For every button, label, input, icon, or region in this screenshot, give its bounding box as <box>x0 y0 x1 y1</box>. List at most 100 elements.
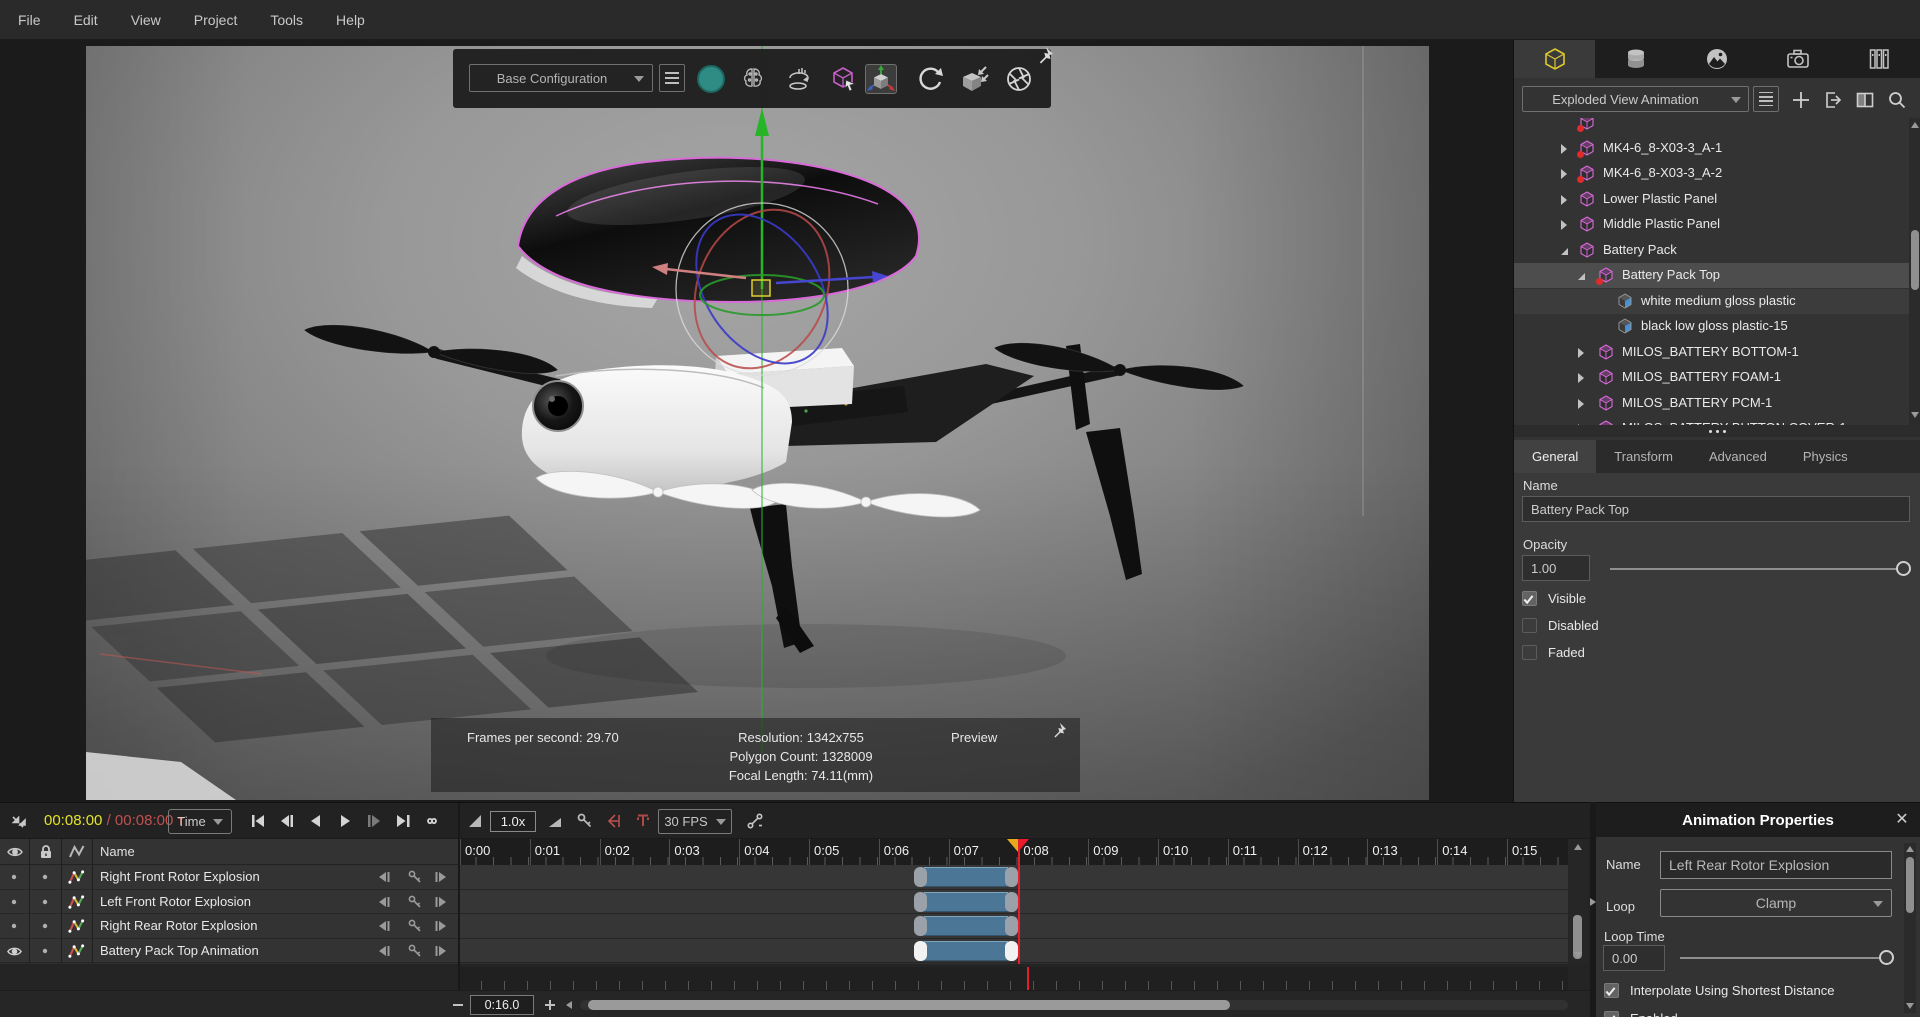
play-ramp-icon[interactable] <box>466 812 484 830</box>
set-loop-start-icon[interactable] <box>606 812 624 830</box>
timeline-vertical-scrollbar[interactable] <box>1568 839 1588 964</box>
chevron-right-icon[interactable] <box>1561 169 1567 179</box>
ease-ramp-icon[interactable] <box>546 812 564 830</box>
scroll-left-arrow[interactable] <box>566 1001 572 1009</box>
animation-clip[interactable] <box>924 892 1009 912</box>
explode-box-icon[interactable] <box>959 64 991 94</box>
clip-end-handle[interactable] <box>1005 916 1018 936</box>
tree-item[interactable]: MK4-6_8-X03-3_A-2 <box>1514 161 1909 186</box>
render-sphere-icon[interactable] <box>695 64 727 94</box>
brain-icon[interactable] <box>737 64 769 94</box>
track-lock-toggle[interactable] <box>37 894 53 910</box>
pin-icon[interactable] <box>1051 722 1067 741</box>
clip-start-handle[interactable] <box>914 941 927 961</box>
next-key-button[interactable] <box>432 869 448 885</box>
opacity-field[interactable] <box>1522 555 1590 581</box>
collapse-panel-icon[interactable] <box>8 812 28 837</box>
animation-clip[interactable] <box>924 916 1009 936</box>
clip-start-handle[interactable] <box>914 867 927 887</box>
loop-time-field[interactable] <box>1603 945 1665 971</box>
chevron-expanded-icon[interactable] <box>1561 248 1568 255</box>
configuration-select[interactable]: Base Configuration <box>469 64 653 92</box>
panel-splitter[interactable] <box>1514 425 1920 437</box>
timeline-clips-area[interactable] <box>458 865 1568 964</box>
turntable-icon[interactable] <box>783 64 815 94</box>
skip-to-end-button[interactable] <box>394 812 412 830</box>
rotate-icon[interactable] <box>915 64 947 94</box>
playhead-marker[interactable] <box>1007 839 1029 852</box>
tree-item[interactable]: black low gloss plastic-15 <box>1514 314 1909 339</box>
loop-time-slider-handle[interactable] <box>1879 950 1894 965</box>
tree-item[interactable]: white medium gloss plastic <box>1514 289 1909 314</box>
loop-time-slider-track[interactable] <box>1680 957 1892 959</box>
track-row[interactable]: Right Rear Rotor Explosion <box>0 914 458 939</box>
track-lock-toggle[interactable] <box>37 943 53 959</box>
split-view-icon[interactable] <box>1854 89 1876 111</box>
transform-gizmo-icon[interactable] <box>865 64 897 94</box>
tree-item[interactable] <box>1514 118 1909 135</box>
chevron-right-icon[interactable] <box>1578 348 1584 358</box>
add-key-button[interactable] <box>407 943 423 959</box>
fps-select[interactable]: 30 FPS <box>658 809 732 834</box>
menu-item-edit[interactable]: Edit <box>68 12 119 28</box>
skip-to-start-button[interactable] <box>249 812 267 830</box>
next-key-button[interactable] <box>432 943 448 959</box>
next-key-button[interactable] <box>432 918 448 934</box>
zoom-out-button[interactable] <box>450 997 466 1013</box>
close-icon[interactable]: ✕ <box>1893 811 1911 829</box>
add-key-button[interactable] <box>407 918 423 934</box>
timeline-range-field[interactable] <box>470 995 534 1015</box>
clip-end-handle[interactable] <box>1005 892 1018 912</box>
tree-item[interactable]: MILOS_BATTERY BOTTOM-1 <box>1514 340 1909 365</box>
animation-clip[interactable] <box>924 867 1009 887</box>
menu-icon[interactable] <box>659 64 685 92</box>
checkbox-visible[interactable] <box>1522 591 1537 606</box>
menu-item-help[interactable]: Help <box>330 12 386 28</box>
chevron-right-icon[interactable] <box>1561 220 1567 230</box>
tree-item[interactable]: Lower Plastic Panel <box>1514 187 1909 212</box>
menu-item-project[interactable]: Project <box>188 12 259 28</box>
animation-select[interactable]: Exploded View Animation <box>1522 86 1749 112</box>
menu-item-tools[interactable]: Tools <box>264 12 324 28</box>
battery-pack-top-part[interactable] <box>516 156 919 308</box>
checkbox-disabled[interactable] <box>1522 618 1537 633</box>
name-field[interactable] <box>1522 496 1910 522</box>
opacity-slider-track[interactable] <box>1610 568 1906 570</box>
add-key-button[interactable] <box>407 894 423 910</box>
opacity-slider-handle[interactable] <box>1896 561 1911 576</box>
search-icon[interactable] <box>1886 89 1908 111</box>
tree-item[interactable]: Middle Plastic Panel <box>1514 212 1909 237</box>
aperture-icon[interactable] <box>1003 64 1035 94</box>
track-visibility-toggle[interactable] <box>6 918 22 934</box>
clip-start-handle[interactable] <box>914 916 927 936</box>
loop-button[interactable] <box>423 812 441 830</box>
playhead[interactable] <box>1018 841 1020 964</box>
tab-environment[interactable] <box>1676 40 1757 78</box>
tree-item[interactable]: Battery Pack <box>1514 238 1909 263</box>
previous-key-button[interactable] <box>377 918 393 934</box>
chevron-expanded-icon[interactable] <box>1578 273 1585 280</box>
track-row[interactable]: Battery Pack Top Animation <box>0 939 458 964</box>
tree-item[interactable]: MILOS_BATTERY BUTTON COVER-1 <box>1514 416 1909 425</box>
clip-end-handle[interactable] <box>1005 941 1018 961</box>
animation-clip[interactable] <box>924 941 1009 961</box>
track-lock-toggle[interactable] <box>37 918 53 934</box>
checkbox-enabled[interactable] <box>1604 1011 1619 1017</box>
chevron-right-icon[interactable] <box>1561 144 1567 154</box>
next-key-button[interactable] <box>432 894 448 910</box>
track-lock-toggle[interactable] <box>37 869 53 885</box>
playback-speed-field[interactable] <box>490 811 536 832</box>
track-row[interactable]: Left Front Rotor Explosion <box>0 890 458 915</box>
zoom-in-button[interactable] <box>542 997 558 1013</box>
menu-item-view[interactable]: View <box>125 12 182 28</box>
checkbox-interpolate-using-shortest-distance[interactable] <box>1604 983 1619 998</box>
step-forward-button[interactable] <box>365 812 383 830</box>
tree-item[interactable]: Battery Pack Top <box>1514 263 1909 288</box>
play-reverse-button[interactable] <box>307 812 325 830</box>
time-mode-select[interactable]: Time <box>168 809 232 834</box>
loop-select[interactable]: Clamp <box>1660 889 1892 917</box>
timeline-horizontal-scrollbar-thumb[interactable] <box>588 1000 1230 1010</box>
add-key-button[interactable] <box>407 869 423 885</box>
chevron-right-icon[interactable] <box>1578 399 1584 409</box>
viewport-3d-scene[interactable] <box>86 46 1429 800</box>
